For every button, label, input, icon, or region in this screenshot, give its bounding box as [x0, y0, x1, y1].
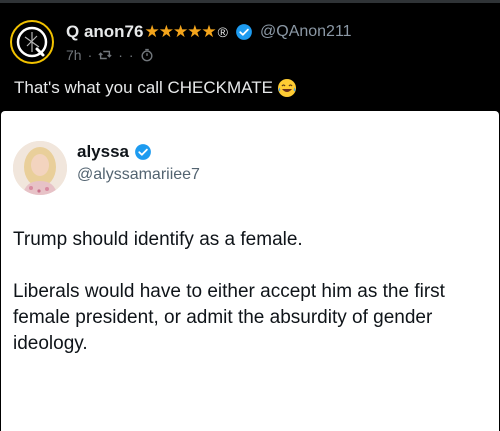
author-row: Q anon76 ★★★★★ ® @QAnon211: [66, 20, 352, 44]
embedded-author-handle[interactable]: @alyssamariiee7: [77, 166, 200, 184]
post-text-content: That's what you call CHECKMATE: [14, 78, 273, 97]
tears-of-joy-emoji-icon: [277, 79, 296, 97]
embedded-author-avatar[interactable]: [13, 141, 67, 195]
author-stars: ★★★★★: [144, 22, 216, 41]
repost-icon: [98, 50, 112, 60]
meta-separator: ·: [118, 47, 123, 63]
embedded-author-name[interactable]: alyssa: [77, 142, 129, 162]
embedded-tweet-card[interactable]: alyssa @alyssamariiee7 Trump should iden…: [1, 111, 499, 431]
post-time[interactable]: 7h: [66, 47, 82, 63]
avatar[interactable]: [10, 20, 54, 64]
embedded-paragraph-2: Liberals would have to either accept him…: [13, 281, 445, 354]
meta-separator: ·: [128, 47, 134, 63]
timer-icon: [141, 48, 153, 62]
embedded-author-row: alyssa: [77, 142, 152, 162]
meta-separator: ·: [87, 47, 93, 63]
top-divider: [0, 0, 500, 3]
registered-mark: ®: [217, 24, 228, 40]
author-handle[interactable]: @QAnon211: [260, 23, 352, 41]
post-meta: 7h · · ·: [66, 46, 154, 64]
embedded-tweet-body: Trump should identify as a female. Liber…: [13, 227, 483, 383]
profile-photo-icon: [13, 141, 67, 195]
author-display-name[interactable]: Q anon76: [66, 22, 143, 42]
verified-badge-icon: [236, 24, 252, 40]
q-emblem-icon: [16, 26, 48, 58]
verified-badge-icon: [135, 144, 151, 160]
post-header: Q anon76 ★★★★★ ® @QAnon211 7h · · ·: [10, 20, 490, 70]
embedded-paragraph-1: Trump should identify as a female.: [13, 229, 303, 250]
post-text: That's what you call CHECKMATE: [14, 78, 297, 98]
